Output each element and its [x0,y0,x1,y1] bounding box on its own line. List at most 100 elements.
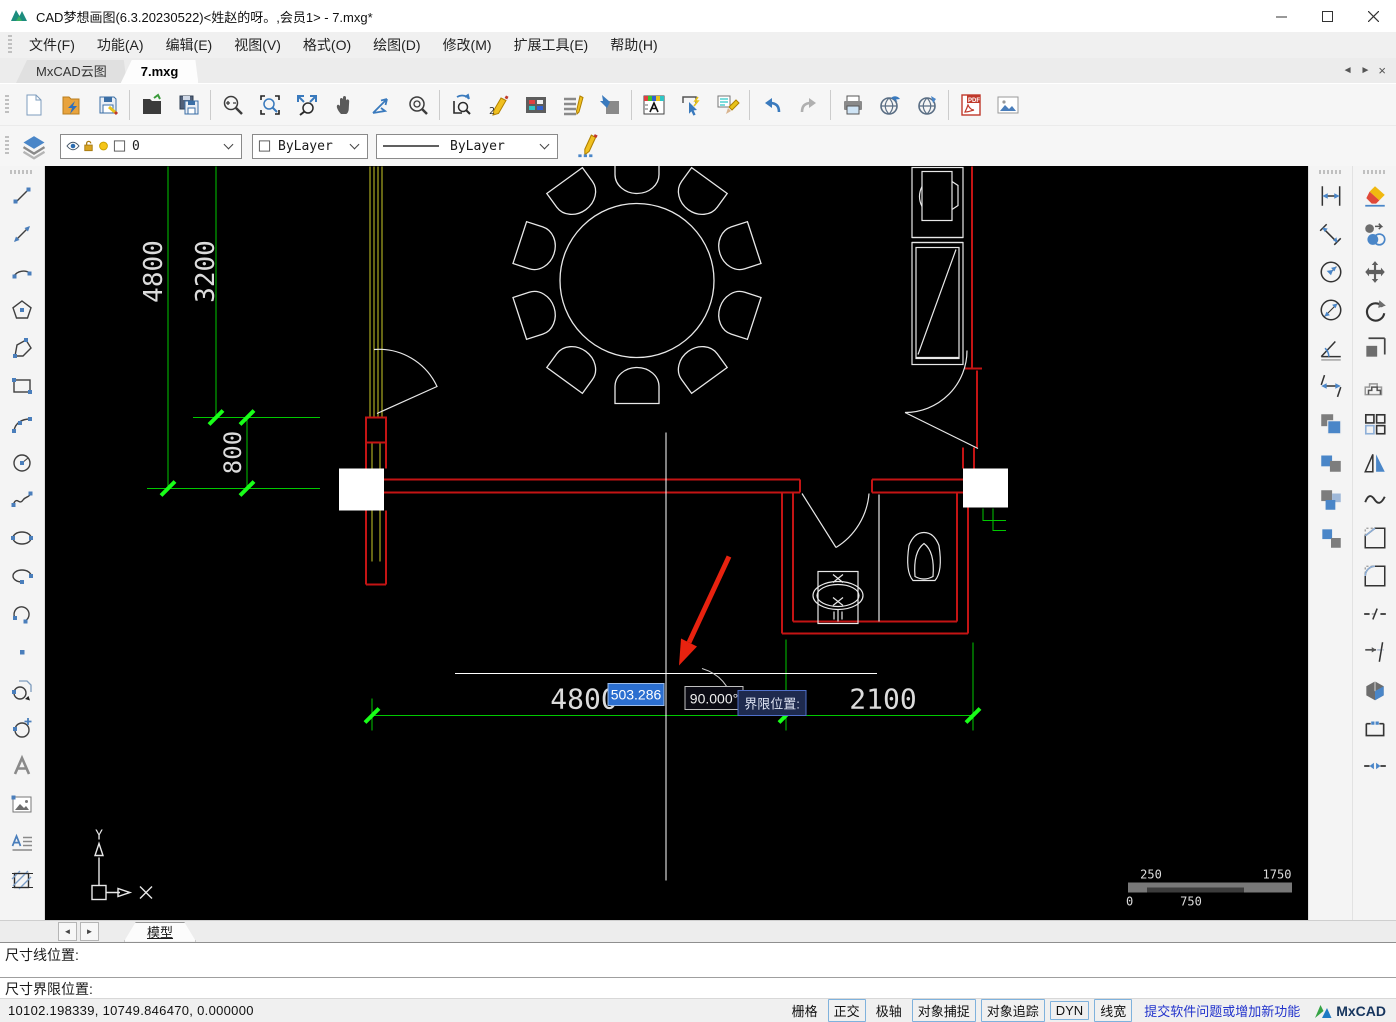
menu-draw[interactable]: 绘图(D) [362,32,431,58]
tab-scroll-right-icon[interactable]: ► [1361,65,1371,76]
dim-aligned-icon[interactable] [1314,217,1348,251]
cut-clip-icon[interactable] [1314,483,1348,517]
dim-angular-icon[interactable] [1314,331,1348,365]
explode-icon[interactable] [1358,673,1392,707]
image-attach-icon[interactable] [5,787,39,821]
hatch-icon[interactable] [5,863,39,897]
tab-mxcad-cloud[interactable]: MxCAD云图 [16,60,127,83]
architecture-white[interactable] [373,166,979,625]
zoom-center-icon[interactable] [399,86,436,123]
insert-image-icon[interactable] [989,86,1026,123]
trim-icon[interactable] [1358,635,1392,669]
dim-continue-icon[interactable] [1314,369,1348,403]
menu-help[interactable]: 帮助(H) [599,32,668,58]
dynamic-input[interactable]: 503.286 90.000° 界限位置: [607,683,807,716]
line-icon[interactable] [5,179,39,213]
rotate-icon[interactable] [1358,293,1392,327]
paste-clip-icon[interactable] [1314,521,1348,555]
match-properties-icon[interactable] [709,86,746,123]
arc-start-center-end-icon[interactable] [5,407,39,441]
dining-table[interactable] [512,166,762,405]
join-icon[interactable] [1358,749,1392,783]
menu-view[interactable]: 视图(V) [223,32,292,58]
erase-icon[interactable] [1358,179,1392,213]
layer-manager-icon[interactable] [15,128,52,165]
new-file-icon[interactable] [15,86,52,123]
maximize-button[interactable] [1304,0,1350,32]
spline-icon[interactable] [5,483,39,517]
open-cloud-drawing-icon[interactable] [52,86,89,123]
dim-text-2100[interactable]: 2100 [849,683,916,716]
walls[interactable] [365,166,982,635]
dim-text-4800-left[interactable]: 4800 [139,240,169,303]
undo-icon[interactable] [753,86,790,123]
block-insert-icon[interactable] [5,673,39,707]
print-icon[interactable] [834,86,871,123]
stretch-icon[interactable] [1358,331,1392,365]
model-tab[interactable]: 模型 [124,922,196,942]
point-icon[interactable] [5,635,39,669]
copy-clip-icon[interactable] [1314,407,1348,441]
layer-properties-icon[interactable] [635,86,672,123]
ellipse-arc-icon[interactable] [5,559,39,593]
chevron-down-icon[interactable] [349,139,360,149]
quick-select-icon[interactable] [672,86,709,123]
layer-previous-icon[interactable] [591,86,628,123]
mtext-icon[interactable] [5,825,39,859]
toggle-otrack[interactable]: 对象追踪 [980,999,1045,1022]
dyn-length-value[interactable]: 503.286 [611,687,662,703]
tab-close-icon[interactable]: × [1378,63,1386,78]
color-combobox[interactable]: ByLayer [252,133,368,159]
copy-icon[interactable] [1358,217,1392,251]
dim-diameter-icon[interactable] [1314,293,1348,327]
minimize-button[interactable] [1258,0,1304,32]
move-icon[interactable] [1358,255,1392,289]
zoom-extents-icon[interactable] [288,86,325,123]
rectangle-icon[interactable] [5,369,39,403]
menu-modify[interactable]: 修改(M) [432,32,503,58]
pan-icon[interactable] [325,86,362,123]
dim-radius-icon[interactable] [1314,255,1348,289]
dim-text-800[interactable]: 800 [219,431,247,474]
zoom-window-icon[interactable] [251,86,288,123]
revision-cloud-icon[interactable] [5,597,39,631]
linetype-manager-icon[interactable] [554,86,591,123]
layer-combobox[interactable]: 0 [60,133,242,159]
sheet-prev-icon[interactable]: ◄ [58,922,77,941]
xline-icon[interactable] [5,217,39,251]
draw-settings-icon[interactable] [568,128,605,165]
save-icon[interactable] [89,86,126,123]
menu-edit[interactable]: 编辑(E) [155,32,224,58]
toggle-dyn[interactable]: DYN [1049,1001,1090,1020]
close-button[interactable] [1350,0,1396,32]
wall-column-left[interactable] [339,468,384,511]
ucs-axes-icon[interactable] [362,86,399,123]
feedback-link[interactable]: 提交软件问题或增加新功能 [1144,1001,1300,1020]
edit-spline-icon[interactable] [1358,483,1392,517]
circle-icon[interactable] [5,445,39,479]
chamfer-icon[interactable] [1358,521,1392,555]
array-icon[interactable] [1358,407,1392,441]
toggle-polar[interactable]: 极轴 [871,1000,907,1021]
command-prompt-line[interactable]: 尺寸界限位置: [0,978,1396,998]
chevron-down-icon[interactable] [223,139,234,149]
menu-express-tools[interactable]: 扩展工具(E) [503,32,600,58]
color-palette-icon[interactable] [517,86,554,123]
ellipse-icon[interactable] [5,521,39,555]
sheet-next-icon[interactable]: ► [80,922,99,941]
web-upload-icon[interactable] [871,86,908,123]
toggle-lineweight[interactable]: 线宽 [1094,999,1133,1022]
wall-column-right[interactable] [963,468,1008,508]
toggle-osnap[interactable]: 对象捕捉 [911,999,976,1022]
copy-base-point-icon[interactable] [1314,445,1348,479]
menu-format[interactable]: 格式(O) [292,32,362,58]
mirror-icon[interactable] [1358,445,1392,479]
tab-7mxg[interactable]: 7.mxg [121,60,199,83]
dim-text-3200[interactable]: 3200 [191,240,221,303]
open-file-icon[interactable] [133,86,170,123]
offset-icon[interactable] [1358,369,1392,403]
break-at-point-icon[interactable] [1358,711,1392,745]
block-create-icon[interactable] [5,711,39,745]
menu-file[interactable]: 文件(F) [18,32,86,58]
toggle-ortho[interactable]: 正交 [827,999,866,1022]
